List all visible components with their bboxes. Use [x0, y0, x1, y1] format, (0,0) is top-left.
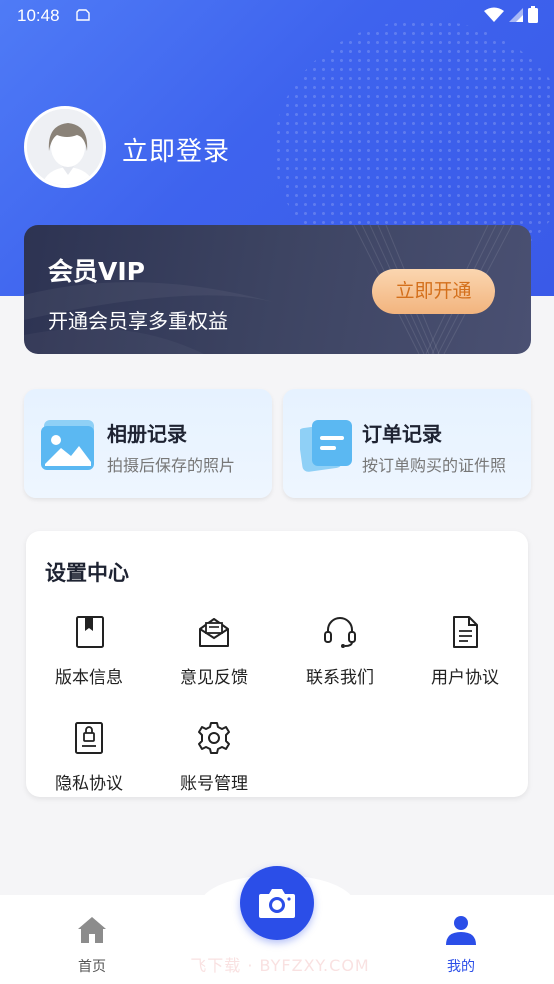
order-records-card[interactable]: 订单记录 按订单购买的证件照: [283, 389, 531, 498]
vip-title: 会员VIP: [48, 257, 145, 286]
vip-subtitle: 开通会员享多重权益: [48, 309, 228, 333]
settings-item-label: 账号管理: [180, 774, 248, 794]
bookmark-book-icon: [76, 616, 104, 648]
order-icon: [300, 420, 352, 472]
status-bar: 10:48: [0, 0, 554, 32]
settings-item-label: 联系我们: [306, 668, 374, 688]
vip-activate-button[interactable]: 立即开通: [372, 269, 495, 314]
tab-mine[interactable]: 我的: [431, 914, 491, 978]
settings-item-version[interactable]: 版本信息: [34, 615, 144, 695]
home-icon: [78, 917, 106, 943]
sim-card-icon: [76, 9, 90, 21]
avatar[interactable]: [24, 106, 106, 188]
watermark: 飞下载 · BYFZXY.COM: [190, 956, 370, 975]
mail-feedback-icon: [199, 618, 229, 647]
order-records-subtitle: 按订单购买的证件照: [362, 456, 507, 475]
settings-center: 设置中心 版本信息 意见反馈 联系我们 用户协议 隐私协议 账号管理: [26, 531, 528, 797]
album-records-subtitle: 拍摄后保存的照片: [107, 456, 236, 475]
settings-item-label: 意见反馈: [180, 668, 248, 688]
gear-icon: [198, 722, 230, 754]
camera-icon: [259, 889, 295, 918]
album-records-card[interactable]: 相册记录 拍摄后保存的照片: [24, 389, 272, 498]
settings-item-label: 用户协议: [431, 668, 499, 688]
battery-icon: [528, 6, 538, 23]
document-icon: [453, 616, 478, 648]
settings-item-label: 隐私协议: [55, 774, 123, 794]
wifi-icon: [484, 7, 504, 22]
settings-item-privacy[interactable]: 隐私协议: [34, 721, 144, 801]
settings-item-label: 版本信息: [55, 668, 123, 688]
tab-home-label: 首页: [78, 959, 106, 975]
settings-title: 设置中心: [45, 561, 129, 585]
headset-icon: [324, 617, 356, 648]
order-records-title: 订单记录: [362, 422, 442, 446]
album-icon: [41, 420, 94, 470]
settings-item-contact[interactable]: 联系我们: [285, 615, 395, 695]
status-time: 10:48: [17, 6, 60, 25]
settings-item-user-agreement[interactable]: 用户协议: [410, 615, 520, 695]
tab-home[interactable]: 首页: [62, 914, 122, 978]
settings-item-account[interactable]: 账号管理: [159, 721, 269, 801]
vip-card[interactable]: 会员VIP 开通会员享多重权益 立即开通: [24, 225, 531, 354]
settings-item-feedback[interactable]: 意见反馈: [159, 615, 269, 695]
user-icon: [446, 916, 476, 945]
login-link[interactable]: 立即登录: [122, 131, 230, 168]
album-records-title: 相册记录: [107, 422, 187, 446]
camera-button[interactable]: [240, 866, 314, 940]
tab-mine-label: 我的: [447, 959, 475, 975]
status-indicators: [484, 6, 538, 23]
privacy-lock-icon: [75, 722, 103, 754]
signal-icon: [509, 7, 523, 22]
